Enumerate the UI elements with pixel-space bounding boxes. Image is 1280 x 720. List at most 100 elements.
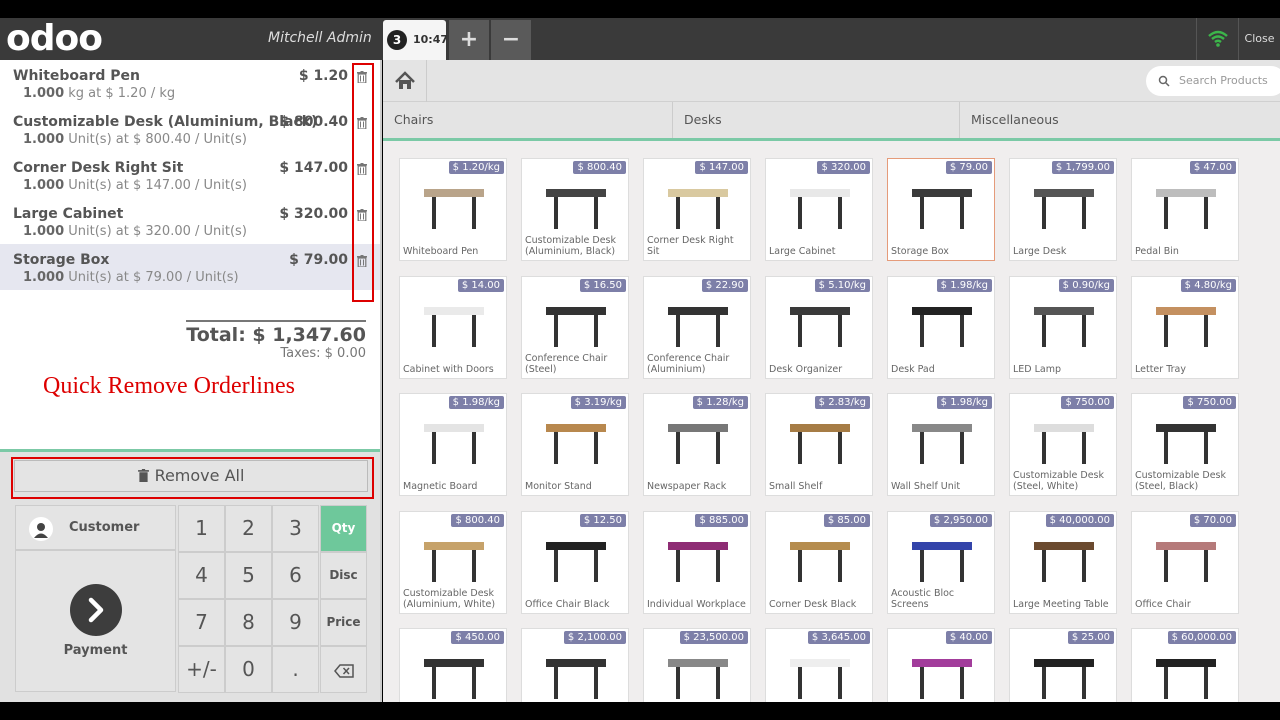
product-card[interactable]: $ 1.20/kg Whiteboard Pen (399, 158, 507, 261)
product-image (410, 175, 498, 237)
numpad-key-dot[interactable]: . (272, 646, 319, 693)
product-price-tag: $ 70.00 (1189, 513, 1236, 527)
product-image (898, 293, 986, 355)
product-card[interactable]: $ 25.00 (1009, 628, 1117, 702)
product-card[interactable]: $ 750.00 Customizable Desk (Steel, White) (1009, 393, 1117, 496)
product-card[interactable]: $ 800.40 Customizable Desk (Aluminium, Bl… (521, 158, 629, 261)
product-price-tag: $ 23,500.00 (679, 631, 748, 644)
product-card[interactable]: $ 60,000.00 (1131, 628, 1239, 702)
product-card[interactable]: $ 5.10/kg Desk Organizer (765, 275, 873, 379)
product-card[interactable]: $ 800.40 Customizable Desk (Aluminium, Wh… (399, 510, 507, 614)
product-card[interactable]: $ 320.00 Large Cabinet (765, 158, 873, 261)
product-card[interactable]: $ 1.28/kg Newspaper Rack (643, 393, 751, 496)
product-image (1142, 410, 1230, 472)
numpad-key-8[interactable]: 8 (225, 599, 272, 646)
product-price-tag: $ 1,799.00 (1051, 161, 1114, 174)
product-card[interactable]: $ 2.83/kg Small Shelf (765, 393, 873, 496)
product-name: Office Chair Black (525, 598, 610, 610)
close-button[interactable]: Close (1238, 18, 1280, 60)
numpad-key-0[interactable]: 0 (225, 646, 272, 693)
numpad-key-4[interactable]: 4 (178, 552, 225, 599)
product-card[interactable]: $ 3.19/kg Monitor Stand (521, 393, 629, 496)
product-price-tag: $ 40.00 (945, 631, 992, 644)
category-miscellaneous[interactable]: Miscellaneous (960, 102, 1280, 138)
order-panel: Whiteboard Pen $ 1.20 1.000 kg at $ 1.20… (0, 60, 382, 702)
orderline-info: 1.000 Unit(s) at $ 79.00 / Unit(s) (13, 270, 380, 285)
product-price-tag: $ 147.00 (695, 161, 748, 174)
numpad-key-1[interactable]: 1 (178, 505, 225, 552)
product-card[interactable]: $ 14.00 Cabinet with Doors (399, 275, 507, 379)
product-name: Customizable Desk (Steel, Black) (1135, 470, 1226, 492)
product-price-tag: $ 1.98/kg (448, 396, 504, 409)
product-name: Conference Chair (Aluminium) (647, 352, 730, 375)
product-price-tag: $ 2,950.00 (929, 513, 992, 527)
product-card[interactable]: $ 1.98/kg Desk Pad (887, 275, 995, 379)
numpad-key-plusminus[interactable]: +/- (178, 646, 225, 693)
numpad-key-7[interactable]: 7 (178, 599, 225, 646)
orderline[interactable]: Corner Desk Right Sit $ 147.00 1.000 Uni… (0, 152, 380, 198)
product-card[interactable]: $ 3,645.00 (765, 628, 873, 702)
numpad-key-5[interactable]: 5 (225, 552, 272, 599)
order-number-badge: 3 (387, 30, 407, 50)
numpad-key-2[interactable]: 2 (225, 505, 272, 552)
product-price-tag: $ 885.00 (695, 513, 748, 527)
product-card[interactable]: $ 750.00 Customizable Desk (Steel, Black) (1131, 393, 1239, 496)
product-price-tag: $ 320.00 (817, 161, 870, 174)
product-card[interactable]: $ 1,799.00 Large Desk (1009, 158, 1117, 261)
product-card[interactable]: $ 85.00 Corner Desk Black (765, 510, 873, 614)
customer-button[interactable]: Customer (15, 505, 176, 550)
numpad-key-6[interactable]: 6 (272, 552, 319, 599)
search-input[interactable]: Search Products (1146, 66, 1280, 96)
numpad-key-9[interactable]: 9 (272, 599, 319, 646)
wifi-icon[interactable] (1196, 18, 1238, 60)
product-card[interactable]: $ 47.00 Pedal Bin (1131, 158, 1239, 261)
orderline-price: $ 1.20 (298, 68, 348, 84)
category-desks[interactable]: Desks (673, 102, 960, 138)
product-card[interactable]: $ 0.90/kg LED Lamp (1009, 275, 1117, 379)
product-image (410, 293, 498, 355)
product-name: Acoustic Bloc Screens (891, 587, 955, 610)
orderline[interactable]: Customizable Desk (Aluminium, Black) $ 8… (0, 106, 380, 152)
product-card[interactable]: $ 1.98/kg Wall Shelf Unit (887, 393, 995, 496)
product-card[interactable]: $ 40,000.00 Large Meeting Table (1009, 510, 1117, 614)
product-card[interactable]: $ 40.00 (887, 628, 995, 702)
product-card[interactable]: $ 70.00 Office Chair (1131, 510, 1239, 614)
product-image (898, 528, 986, 590)
product-card[interactable]: $ 147.00 Corner Desk Right Sit (643, 158, 751, 261)
orderline-unit-info: Unit(s) at $ 800.40 / Unit(s) (68, 132, 247, 147)
backspace-button[interactable] (320, 646, 367, 693)
highlight-box (11, 457, 374, 499)
product-card[interactable]: $ 1.98/kg Magnetic Board (399, 393, 507, 496)
numpad-key-3[interactable]: 3 (272, 505, 319, 552)
orderline-selected[interactable]: Storage Box $ 79.00 1.000 Unit(s) at $ 7… (0, 244, 380, 290)
mode-qty-button[interactable]: Qty (320, 505, 367, 552)
product-card[interactable]: $ 4.80/kg Letter Tray (1131, 275, 1239, 379)
search-icon (1158, 75, 1170, 87)
product-card[interactable]: $ 12.50 Office Chair Black (521, 510, 629, 614)
product-card[interactable]: $ 450.00 (399, 628, 507, 702)
product-card[interactable]: $ 2,950.00 Acoustic Bloc Screens (887, 510, 995, 614)
orderline[interactable]: Whiteboard Pen $ 1.20 1.000 kg at $ 1.20… (0, 60, 380, 106)
mode-disc-button[interactable]: Disc (320, 552, 367, 599)
product-card[interactable]: $ 79.00 Storage Box (887, 158, 995, 261)
product-card[interactable]: $ 16.50 Conference Chair (Steel) (521, 275, 629, 379)
orderline[interactable]: Large Cabinet $ 320.00 1.000 Unit(s) at … (0, 198, 380, 244)
category-chairs[interactable]: Chairs (383, 102, 673, 138)
payment-button[interactable]: Payment (15, 550, 176, 692)
home-icon[interactable] (383, 60, 427, 102)
product-card[interactable]: $ 22.90 Conference Chair (Aluminium) (643, 275, 751, 379)
product-image (1142, 645, 1230, 702)
new-order-button[interactable]: + (449, 20, 489, 60)
cashier-name[interactable]: Mitchell Admin (268, 30, 372, 46)
product-card[interactable]: $ 885.00 Individual Workplace (643, 510, 751, 614)
product-card[interactable]: $ 2,100.00 (521, 628, 629, 702)
backspace-icon (333, 664, 354, 678)
mode-price-button[interactable]: Price (320, 599, 367, 646)
product-image (898, 410, 986, 472)
product-card[interactable]: $ 23,500.00 (643, 628, 751, 702)
delete-order-button[interactable]: − (491, 20, 531, 60)
product-image (654, 410, 742, 472)
orderline-price: $ 320.00 (279, 206, 348, 222)
orderline-info: 1.000 Unit(s) at $ 800.40 / Unit(s) (13, 132, 380, 147)
order-tab-active[interactable]: 3 10:47 (383, 20, 448, 60)
